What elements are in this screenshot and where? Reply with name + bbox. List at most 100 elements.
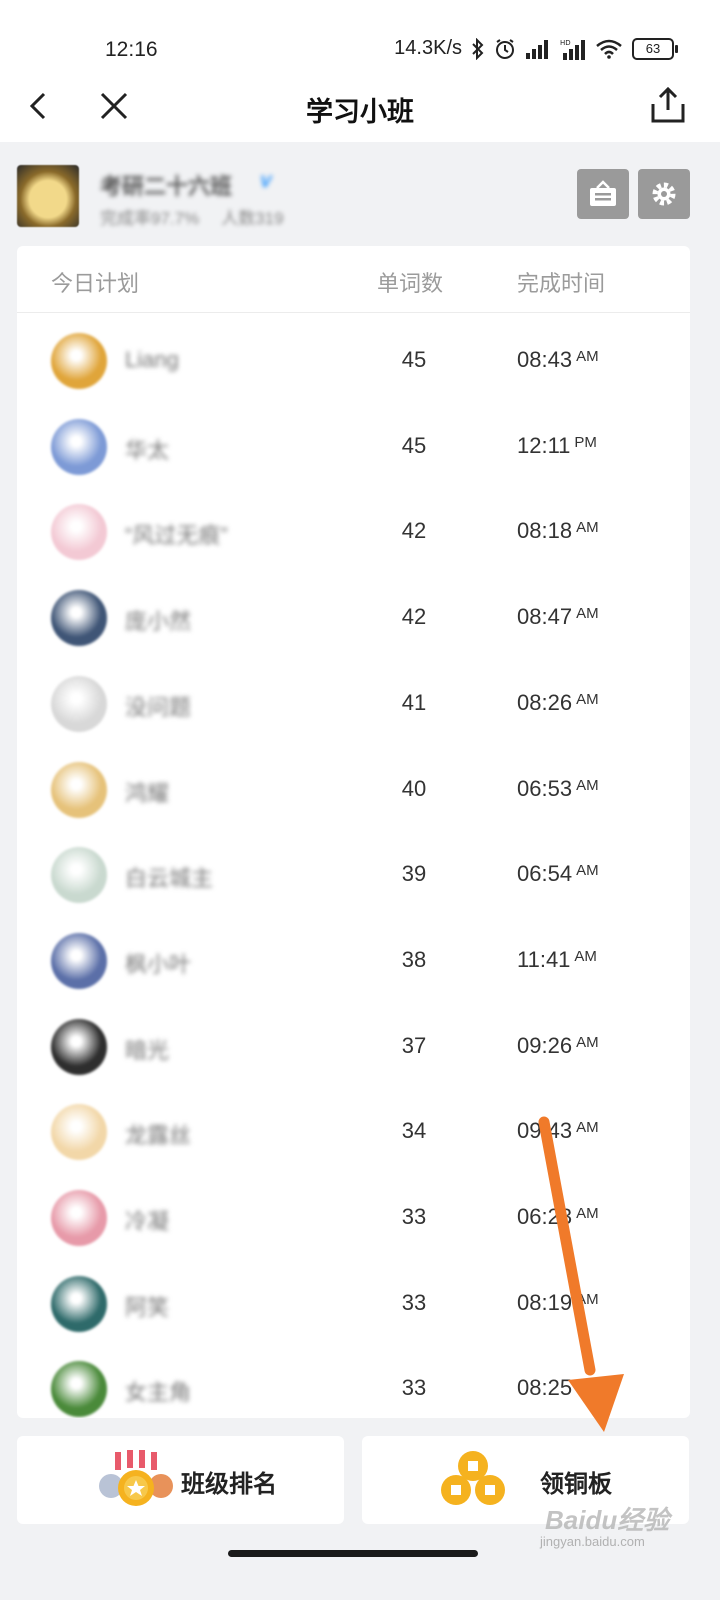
user-avatar[interactable] xyxy=(51,418,107,475)
word-count: 45 xyxy=(401,347,427,372)
finish-time-value: 06:54 xyxy=(517,861,573,887)
finish-time-value: 09:26 xyxy=(517,1032,573,1058)
user-avatar[interactable] xyxy=(51,1018,107,1075)
finish-time-ampm: AM xyxy=(576,690,599,708)
list-item[interactable]: 枫小叶 38 11:41 AM xyxy=(17,916,690,1002)
finish-time-value: 08:47 xyxy=(517,604,573,630)
user-avatar[interactable] xyxy=(51,1361,107,1418)
finish-time-ampm: AM xyxy=(576,1205,599,1222)
table-header: 今日计划 单词数 完成时间 xyxy=(17,246,690,313)
list-item[interactable]: 女主角 33 08:25 AM xyxy=(17,1344,690,1418)
network-speed: 14.3K/s xyxy=(394,37,462,59)
finish-time: 09:43 AM xyxy=(517,1118,599,1144)
finish-time: 06:53 AM xyxy=(517,776,599,802)
coins-icon xyxy=(441,1451,505,1505)
share-icon[interactable] xyxy=(650,86,686,124)
user-name: 鸿耀 xyxy=(125,780,170,806)
status-bar: 12:16 14.3K/s HD 63 xyxy=(0,0,720,80)
finish-time: 08:26 AM xyxy=(517,690,599,716)
finish-time: 08:43 AM xyxy=(517,347,599,373)
notice-button[interactable] xyxy=(577,169,629,219)
page-title: 学习小班 xyxy=(306,97,414,127)
class-badge: V xyxy=(260,172,272,191)
notice-board-icon xyxy=(590,180,616,206)
finish-time: 08:18 AM xyxy=(517,518,599,544)
finish-time-value: 08:26 xyxy=(517,689,573,715)
user-avatar[interactable] xyxy=(51,504,107,561)
gear-icon xyxy=(652,182,676,206)
list-item[interactable]: 没问题 41 08:26 AM xyxy=(17,659,690,745)
list-item[interactable]: 暗光 37 09:26 AM xyxy=(17,1002,690,1088)
user-avatar[interactable] xyxy=(51,847,107,904)
user-avatar[interactable] xyxy=(51,932,107,989)
status-icons: 14.3K/s HD 63 xyxy=(394,37,678,60)
medal-icon xyxy=(99,1450,173,1506)
word-count: 41 xyxy=(401,689,427,715)
list-item[interactable]: 鸿耀 40 06:53 AM xyxy=(17,745,690,831)
signal-icon xyxy=(526,39,548,59)
bluetooth-icon xyxy=(472,37,484,60)
header-time: 完成时间 xyxy=(517,271,606,296)
word-count: 42 xyxy=(401,518,427,544)
finish-time-ampm: AM xyxy=(576,519,599,537)
user-avatar[interactable] xyxy=(51,1190,107,1246)
home-indicator[interactable] xyxy=(228,1550,478,1557)
word-count: 37 xyxy=(401,1032,427,1058)
word-count: 40 xyxy=(401,775,427,801)
get-coins-label: 领铜板 xyxy=(540,1471,612,1498)
finish-time-ampm: AM xyxy=(576,1290,599,1308)
finish-time-ampm: AM xyxy=(576,1033,599,1051)
class-member-count: 人数319 xyxy=(221,209,284,228)
finish-time-value: 08:19 xyxy=(517,1289,573,1315)
user-name: “风过无痕” xyxy=(125,523,228,549)
list-item[interactable]: Liang 45 08:43 AM xyxy=(17,316,690,402)
class-stats: 完成率97.7% 人数319 xyxy=(100,204,284,229)
class-ranking-button[interactable]: 班级排名 xyxy=(17,1436,344,1524)
finish-time: 11:41 AM xyxy=(517,947,597,973)
finish-time: 09:26 AM xyxy=(517,1033,599,1059)
list-item[interactable]: 龙露丝 34 09:43 AM xyxy=(17,1087,690,1173)
class-name: 考研二十六班 xyxy=(100,174,233,199)
finish-time-value: 12:11 xyxy=(517,432,571,458)
user-avatar[interactable] xyxy=(51,675,107,732)
user-avatar[interactable] xyxy=(51,1275,107,1332)
user-avatar[interactable] xyxy=(51,590,107,647)
user-name: 龙露丝 xyxy=(125,1123,192,1149)
user-name: 庞小然 xyxy=(125,609,192,635)
list-item[interactable]: 华太 45 12:11 PM xyxy=(17,402,690,488)
list-item[interactable]: 庞小然 42 08:47 AM xyxy=(17,573,690,659)
plan-list-card: 今日计划 单词数 完成时间 Liang 45 08:43 AM 华太 45 12:11 PM “… xyxy=(17,246,690,1418)
class-header: 考研二十六班 V 完成率97.7% 人数319 xyxy=(0,142,720,242)
finish-time-ampm: AM xyxy=(576,1119,599,1137)
user-name: Liang xyxy=(125,347,179,372)
user-avatar[interactable] xyxy=(51,1104,107,1161)
user-avatar[interactable] xyxy=(51,761,107,818)
settings-button[interactable] xyxy=(638,169,690,219)
finish-time-ampm: AM xyxy=(576,862,599,880)
user-name: 没问题 xyxy=(125,694,192,720)
finish-time: 08:19 AM xyxy=(517,1290,599,1316)
finish-time-value: 06:53 xyxy=(517,775,573,801)
word-count: 42 xyxy=(401,604,427,630)
class-ranking-label: 班级排名 xyxy=(181,1471,277,1498)
class-avatar[interactable] xyxy=(17,165,79,227)
header-words: 单词数 xyxy=(377,271,444,296)
finish-time-ampm: PM xyxy=(574,433,597,451)
word-count: 38 xyxy=(401,946,427,972)
word-count: 39 xyxy=(401,861,427,887)
word-count: 33 xyxy=(401,1204,427,1229)
user-name: 华太 xyxy=(125,437,170,463)
list-item[interactable]: 冷凝 33 06:23 AM xyxy=(17,1173,690,1259)
list-item[interactable]: “风过无痕” 42 08:18 AM xyxy=(17,487,690,573)
list-item[interactable]: 阿笑 33 08:19 AM xyxy=(17,1259,690,1345)
finish-time-value: 09:43 xyxy=(517,1118,573,1144)
list-item[interactable]: 白云城主 39 06:54 AM xyxy=(17,830,690,916)
baidu-watermark: Baidu经验 xyxy=(545,1505,670,1535)
finish-time-value: 06:23 xyxy=(517,1204,573,1229)
word-count: 33 xyxy=(401,1289,427,1315)
user-avatar[interactable] xyxy=(51,333,107,389)
finish-time: 06:54 AM xyxy=(517,861,599,887)
finish-time-value: 08:18 xyxy=(517,518,573,544)
word-count: 45 xyxy=(401,432,427,458)
finish-time: 08:25 AM xyxy=(517,1375,599,1401)
